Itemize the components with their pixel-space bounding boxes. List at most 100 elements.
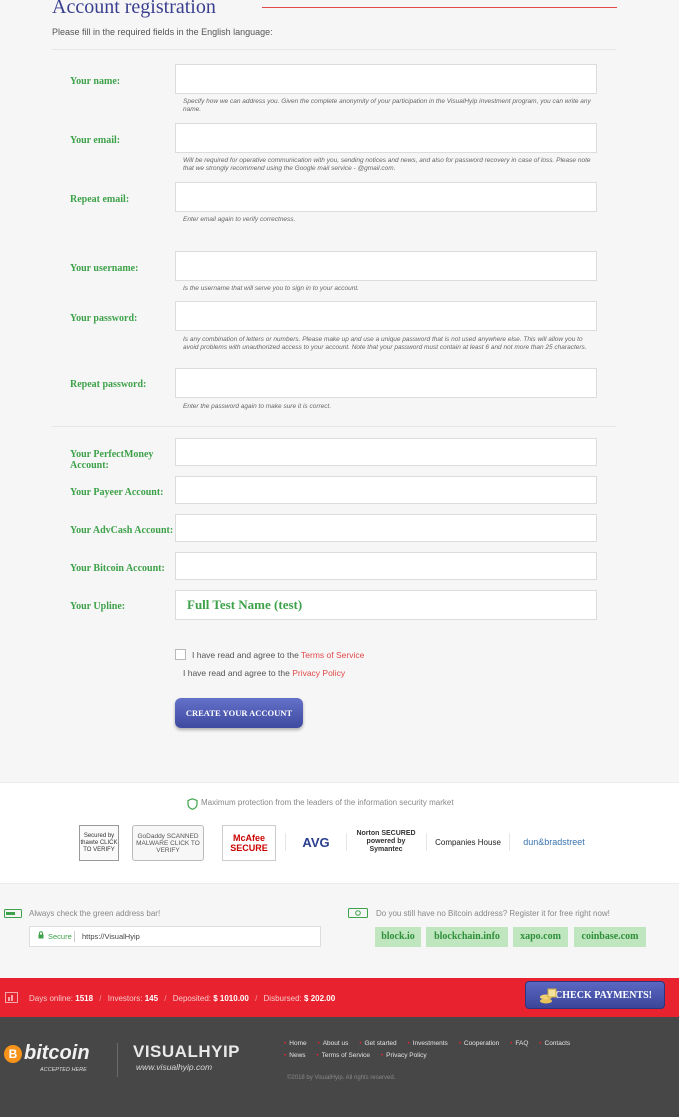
bitcoin-account-input[interactable] <box>175 552 597 580</box>
name-label: Your name: <box>70 76 121 87</box>
bitcoin-account-label: Your Bitcoin Account: <box>70 563 165 574</box>
copyright: ©2018 by VisualHyip. All rights reserved… <box>287 1075 396 1081</box>
dnb-logo[interactable]: dun&bradstreet <box>516 825 592 859</box>
mcafee-logo[interactable]: McAfee SECURE <box>222 825 276 861</box>
footer-link-privacy[interactable]: Privacy Policy <box>386 1052 426 1059</box>
investors-label: Investors: <box>107 994 143 1003</box>
username-hint: Is the username that will serve you to s… <box>183 285 359 292</box>
terms-link[interactable]: Terms of Service <box>301 650 364 660</box>
payeer-input[interactable] <box>175 476 597 504</box>
perfectmoney-label: Your PerfectMoney Account: <box>70 449 154 471</box>
password-label: Your password: <box>70 313 138 324</box>
service-xapo[interactable]: xapo.com <box>513 927 568 947</box>
footer-link-cooperation[interactable]: Cooperation <box>464 1040 499 1047</box>
username-label: Your username: <box>70 263 139 274</box>
divider <box>346 833 347 851</box>
footer-link-investments[interactable]: Investments <box>413 1040 448 1047</box>
page-subtitle: Please fill in the required fields in th… <box>52 27 273 37</box>
divider <box>509 833 510 851</box>
repeat-password-input[interactable] <box>175 368 597 398</box>
stats-icon <box>5 992 18 1003</box>
upline-label: Your Upline: <box>70 601 126 612</box>
footer-link-home[interactable]: Home <box>289 1040 306 1047</box>
privacy-agreement: I have read and agree to the Privacy Pol… <box>183 668 345 678</box>
norton-logo[interactable]: Norton SECURED powered by Symantec <box>355 825 417 859</box>
address-bar: Secure https://VisualHyip <box>29 926 321 947</box>
privacy-text: I have read and agree to the <box>183 668 290 678</box>
perfectmoney-input[interactable] <box>175 438 597 466</box>
advcash-label: Your AdvCash Account: <box>70 525 174 536</box>
stats-bar: Days online: 1518 / Investors: 145 / Dep… <box>0 978 679 1017</box>
investors-value: 145 <box>144 994 159 1003</box>
divider <box>285 833 286 851</box>
password-input[interactable] <box>175 301 597 331</box>
address-bar-icon <box>4 909 22 918</box>
visualhyip-url: www.visualhyip.com <box>136 1062 213 1072</box>
security-headline: Maximum protection from the leaders of t… <box>201 798 454 807</box>
divider <box>426 833 427 851</box>
create-account-button[interactable]: CREATE YOUR ACCOUNT <box>175 698 303 728</box>
page-title: Account registration <box>52 0 216 18</box>
coins-icon <box>540 988 557 1004</box>
name-input[interactable] <box>175 64 597 94</box>
repeat-email-hint: Enter email again to verify correctness. <box>183 216 296 223</box>
disbursed-value: $ 202.00 <box>304 994 336 1003</box>
footer-link-about[interactable]: About us <box>323 1040 349 1047</box>
check-payments-button[interactable]: CHECK PAYMENTS! <box>525 981 665 1009</box>
email-label: Your email: <box>70 135 121 146</box>
check-payments-label: CHECK PAYMENTS! <box>555 990 652 1001</box>
footer-link-contacts[interactable]: Contacts <box>545 1040 571 1047</box>
terms-text: I have read and agree to the <box>192 650 299 660</box>
repeat-password-hint: Enter the password again to make sure it… <box>183 403 332 410</box>
email-input[interactable] <box>175 123 597 153</box>
advcash-input[interactable] <box>175 514 597 542</box>
service-coinbase[interactable]: coinbase.com <box>574 927 646 947</box>
footer-link-terms[interactable]: Terms of Service <box>322 1052 370 1059</box>
name-hint: Specify how we can address you. Given th… <box>183 98 591 113</box>
upline-value: Full Test Name (test) <box>187 597 303 612</box>
bitcoin-register-tip: Do you still have no Bitcoin address? Re… <box>376 909 610 918</box>
repeat-email-input[interactable] <box>175 182 597 212</box>
terms-checkbox[interactable] <box>175 649 186 660</box>
thawte-logo[interactable]: Secured by thawte CLICK TO VERIFY <box>79 825 119 861</box>
password-hint: Is any combination of letters or numbers… <box>183 336 587 351</box>
address-url: https://VisualHyip <box>82 932 140 941</box>
days-online-label: Days online: <box>29 994 74 1003</box>
privacy-link[interactable]: Privacy Policy <box>292 668 345 678</box>
deposited-label: Deposited: <box>172 994 211 1003</box>
username-input[interactable] <box>175 251 597 281</box>
visualhyip-logo[interactable]: VISUALHYIP <box>133 1042 240 1062</box>
repeat-password-label: Repeat password: <box>70 379 147 390</box>
divider <box>74 931 75 942</box>
secure-label: Secure <box>48 932 72 941</box>
bitcoin-coin-icon: B <box>4 1045 22 1063</box>
bitcoin-logo: bitcoin <box>24 1042 90 1064</box>
banknote-icon <box>348 908 368 918</box>
service-blockchain[interactable]: blockchain.info <box>426 927 508 947</box>
title-divider <box>262 7 617 8</box>
lock-icon <box>38 927 44 946</box>
avg-logo[interactable]: AVG <box>293 825 339 859</box>
footer-link-news[interactable]: News <box>289 1052 305 1059</box>
footer-link-get-started[interactable]: Get started <box>364 1040 396 1047</box>
days-online-value: 1518 <box>75 994 94 1003</box>
companies-house-logo[interactable]: Companies House <box>434 825 502 859</box>
divider <box>52 49 616 50</box>
footer: B bitcoin ACCEPTED HERE VISUALHYIP www.v… <box>0 1017 679 1117</box>
service-blockio[interactable]: block.io <box>375 927 421 947</box>
upline-field: Full Test Name (test) <box>175 590 597 620</box>
footer-link-faq[interactable]: FAQ <box>515 1040 528 1047</box>
email-hint: Will be required for operative communica… <box>183 157 591 172</box>
disbursed-label: Disbursed: <box>263 994 302 1003</box>
bitcoin-accepted: ACCEPTED HERE <box>40 1067 87 1073</box>
shield-icon <box>187 798 198 810</box>
footer-nav-row1: • Home • About us • Get started • Investment… <box>284 1040 571 1047</box>
repeat-email-label: Repeat email: <box>70 194 130 205</box>
deposited-value: $ 1010.00 <box>213 994 249 1003</box>
godaddy-logo[interactable]: GoDaddy SCANNED MALWARE CLICK TO VERIFY <box>132 825 204 861</box>
terms-agreement: I have read and agree to the Terms of Se… <box>192 650 364 660</box>
stats-line: Days online: 1518 / Investors: 145 / Dep… <box>29 994 336 1003</box>
divider <box>52 426 616 427</box>
security-band: Maximum protection from the leaders of t… <box>0 782 679 884</box>
footer-nav-row2: • News • Terms of Service • Privacy Policy <box>284 1052 427 1059</box>
